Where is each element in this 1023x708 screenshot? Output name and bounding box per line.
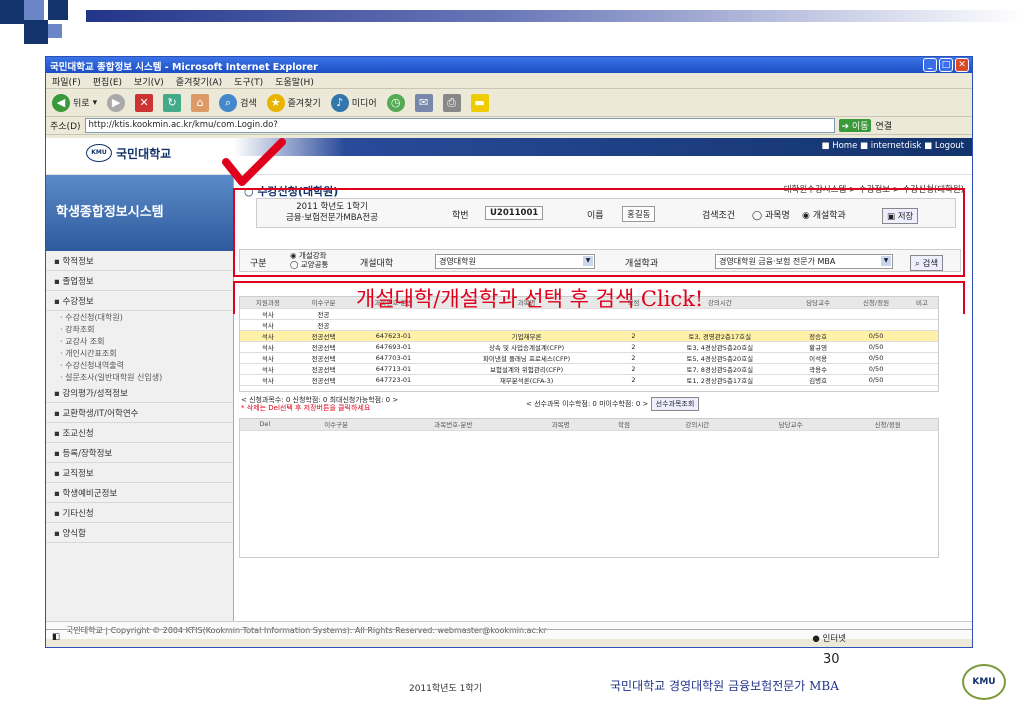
close-button[interactable]: ✕ bbox=[955, 58, 969, 72]
print-icon[interactable]: ⎙ bbox=[442, 93, 461, 112]
top-links[interactable]: ■ Home ■ internetdisk ■ Logout bbox=[234, 138, 972, 156]
history-icon[interactable]: ◷ bbox=[386, 93, 405, 112]
registration-summary: < 신청과목수: 0 신청학점: 0 최대신청가능학점: 0 > * 삭제는 D… bbox=[241, 396, 399, 412]
menu-tools[interactable]: 도구(T) bbox=[234, 75, 263, 88]
prereq-summary: < 선수과목 이수학점: 0 미이수학점: 0 > 선수과목조회 bbox=[526, 397, 700, 411]
table-row[interactable]: 석사 전공선택 647723-01 재무분석론(CFA-3) 2 토1, 2경상관5층17… bbox=[240, 374, 938, 386]
table-row[interactable]: 석사 전공선택 647703-01 파이낸셜 플래닝 프로세스(CFP) 2 토5, 4경… bbox=[240, 352, 938, 364]
sidebar-item-forms[interactable]: ▪ 양식함 bbox=[46, 523, 233, 543]
address-label: 주소(D) bbox=[50, 122, 81, 132]
highlight-box bbox=[233, 188, 965, 277]
sidebar-item-academic[interactable]: ▪ 학적정보 bbox=[46, 251, 233, 271]
home-icon[interactable]: ⌂ bbox=[191, 93, 210, 112]
menu-view[interactable]: 보기(V) bbox=[134, 75, 164, 88]
search-button[interactable]: ⌕ 검색 bbox=[219, 93, 257, 112]
status-bar: ◧ ● 인터넷 bbox=[46, 629, 972, 647]
table-header-row: Del 이수구분 과목번호-분반 과목명 학점 강의시간 담당교수 신청/정원 bbox=[240, 419, 938, 431]
address-input[interactable]: http://ktis.kookmin.ac.kr/kmu/com.Login.… bbox=[84, 118, 835, 133]
minimize-button[interactable]: _ bbox=[923, 58, 937, 72]
menu-bar: 파일(F) 편집(E) 보기(V) 즐겨찾기(A) 도구(T) 도움말(H) bbox=[46, 73, 972, 89]
toolbar: ◀ 뒤로 ▾ ▶ ✕ ↻ ⌂ ⌕ 검색 ★ 즐겨찾기 ♪ 미디어 ◷ ✉ ⎙ ▬ bbox=[46, 89, 972, 117]
mail-icon[interactable]: ✉ bbox=[414, 93, 433, 112]
prereq-button[interactable]: 선수과목조회 bbox=[650, 397, 700, 411]
sidebar-sub-timetable[interactable]: · 개인시간표조회 bbox=[46, 347, 233, 359]
selected-course-list: Del 이수구분 과목번호-분반 과목명 학점 강의시간 담당교수 신청/정원 bbox=[239, 418, 939, 558]
window-title: 국민대학교 종합정보 시스템 - Microsoft Internet Expl… bbox=[46, 57, 972, 73]
menu-edit[interactable]: 편집(E) bbox=[93, 75, 122, 88]
zone-indicator: ● 인터넷 bbox=[812, 634, 846, 644]
slide-header-decoration bbox=[0, 0, 1023, 48]
kmu-badge: KMU bbox=[962, 664, 1006, 700]
table-row[interactable]: 석사 전공선택 647623-01 기업재무론 2 토3, 경영관2층17호실 정승호 0/5… bbox=[240, 330, 938, 342]
annotation-text: 개설대학/개설학과 선택 후 검색 Click! bbox=[356, 287, 704, 311]
site-logo[interactable]: KMU 국민대학교 bbox=[86, 144, 171, 162]
sidebar-sub-print[interactable]: · 수강신청내역출력 bbox=[46, 359, 233, 371]
sidebar-item-teaching[interactable]: ▪ 교직정보 bbox=[46, 463, 233, 483]
selected-course-table: Del 이수구분 과목번호-분반 과목명 학점 강의시간 담당교수 신청/정원 bbox=[240, 419, 938, 431]
checkmark-icon bbox=[222, 138, 286, 186]
table-row[interactable]: 석사 전공선택 647693-01 상속 및 사업승계설계(CFP) 2 토3, 4경상관… bbox=[240, 341, 938, 353]
sidebar-title: 학생종합정보시스템 bbox=[46, 175, 233, 251]
browser-window: 국민대학교 종합정보 시스템 - Microsoft Internet Expl… bbox=[45, 56, 973, 648]
sidebar-item-evaluation[interactable]: ▪ 강의평가/성적정보 bbox=[46, 383, 233, 403]
refresh-icon[interactable]: ↻ bbox=[163, 93, 182, 112]
sidebar-item-other[interactable]: ▪ 기타신청 bbox=[46, 503, 233, 523]
table-row[interactable]: 석사 전공 bbox=[240, 319, 938, 331]
back-arrow-icon: ◀ bbox=[52, 93, 70, 112]
favorites-button[interactable]: ★ 즐겨찾기 bbox=[266, 93, 321, 112]
links-label[interactable]: 연결 bbox=[875, 119, 892, 132]
stop-icon[interactable]: ✕ bbox=[135, 93, 154, 112]
table-row[interactable]: 석사 전공선택 647713-01 보험설계와 위험관리(CFP) 2 토7, 8경상관5… bbox=[240, 363, 938, 375]
slide-caption: 국민대학교 경영대학원 금융보험전문가 MBA bbox=[610, 679, 839, 693]
back-button[interactable]: ◀ 뒤로 ▾ bbox=[52, 93, 97, 112]
page-icon: ◧ bbox=[52, 632, 61, 642]
star-icon: ★ bbox=[266, 93, 285, 112]
sidebar-item-course[interactable]: ▪ 수강정보 bbox=[46, 291, 233, 311]
sidebar-item-reserve[interactable]: ▪ 학생예비군정보 bbox=[46, 483, 233, 503]
sidebar: 학생종합정보시스템 ▪ 학적정보 ▪ 졸업정보 ▪ 수강정보 · 수강신청(대학… bbox=[46, 175, 234, 621]
menu-favorites[interactable]: 즐겨찾기(A) bbox=[176, 75, 222, 88]
slide-page-number: 30 bbox=[823, 652, 840, 667]
menu-file[interactable]: 파일(F) bbox=[52, 75, 81, 88]
address-bar: 주소(D) http://ktis.kookmin.ac.kr/kmu/com.… bbox=[46, 117, 972, 135]
menu-help[interactable]: 도움말(H) bbox=[275, 75, 314, 88]
media-icon: ♪ bbox=[330, 93, 349, 112]
main-content: ○ 수강신청(대학원) 대학원수강시스템 > 수강정보 > 수강신청(대학원) … bbox=[233, 178, 970, 618]
web-page: KMU 국민대학교 ■ Home ■ internetdisk ■ Logout … bbox=[46, 138, 972, 639]
kmu-logo-icon: KMU bbox=[86, 144, 112, 162]
sidebar-item-exchange[interactable]: ▪ 교환학생/IT/어학연수 bbox=[46, 403, 233, 423]
maximize-button[interactable]: □ bbox=[939, 58, 953, 72]
search-icon: ⌕ bbox=[219, 93, 238, 112]
site-header: KMU 국민대학교 ■ Home ■ internetdisk ■ Logout bbox=[46, 138, 972, 175]
media-button[interactable]: ♪ 미디어 bbox=[330, 93, 377, 112]
go-button[interactable]: ➔ 이동 bbox=[838, 119, 872, 132]
sidebar-sub-survey[interactable]: · 설문조사(일반대학원 신입생) bbox=[46, 371, 233, 383]
folder-icon[interactable]: ▬ bbox=[470, 93, 489, 112]
sidebar-sub-registration[interactable]: · 수강신청(대학원) bbox=[46, 311, 233, 323]
slide-term: 2011학년도 1학기 bbox=[409, 684, 482, 694]
forward-icon[interactable]: ▶ bbox=[107, 93, 126, 112]
sidebar-sub-instructor[interactable]: · 교강사 조회 bbox=[46, 335, 233, 347]
sidebar-item-graduation[interactable]: ▪ 졸업정보 bbox=[46, 271, 233, 291]
sidebar-sub-lecture[interactable]: · 강좌조회 bbox=[46, 323, 233, 335]
sidebar-item-ta[interactable]: ▪ 조교신청 bbox=[46, 423, 233, 443]
sidebar-item-scholarship[interactable]: ▪ 등록/장학정보 bbox=[46, 443, 233, 463]
